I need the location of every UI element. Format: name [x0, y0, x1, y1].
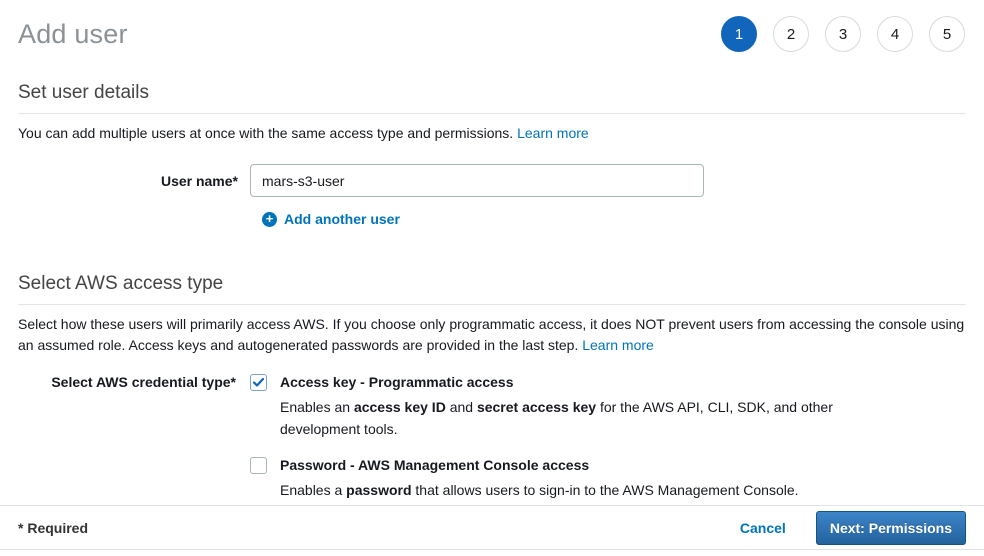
- footer-actions: Cancel Next: Permissions: [740, 511, 966, 545]
- password-option-title: Password - AWS Management Console access: [280, 456, 799, 475]
- step-2-indicator: 2: [773, 16, 809, 52]
- add-another-user-label: Add another user: [284, 211, 400, 227]
- select-access-type-description: Select how these users will primarily ac…: [18, 314, 966, 356]
- step-3-indicator: 3: [825, 16, 861, 52]
- step-4-indicator: 4: [877, 16, 913, 52]
- add-another-user-button[interactable]: Add another user: [262, 211, 984, 227]
- password-option-text: Password - AWS Management Console access…: [280, 456, 799, 501]
- password-option: Password - AWS Management Console access…: [250, 456, 836, 501]
- set-user-details-description-text: You can add multiple users at once with …: [18, 125, 517, 141]
- wizard-header: Add user 1 2 3 4 5: [0, 0, 984, 52]
- page-title: Add user: [18, 19, 128, 50]
- wizard-step-indicator: 1 2 3 4 5: [721, 16, 966, 52]
- set-user-details-description: You can add multiple users at once with …: [18, 123, 966, 144]
- checkmark-icon: [253, 378, 264, 387]
- select-access-type-description-text: Select how these users will primarily ac…: [18, 316, 964, 353]
- access-type-learn-more-link[interactable]: Learn more: [582, 337, 654, 353]
- access-key-option: Access key - Programmatic access Enables…: [250, 373, 836, 440]
- select-access-type-heading: Select AWS access type: [18, 273, 966, 305]
- credential-type-row: Select AWS credential type* Access key -…: [0, 373, 984, 501]
- next-permissions-button[interactable]: Next: Permissions: [816, 511, 966, 545]
- required-note: * Required: [18, 520, 88, 536]
- plus-circle-icon: [262, 212, 277, 227]
- wizard-footer: * Required Cancel Next: Permissions: [0, 505, 984, 550]
- username-input[interactable]: [250, 164, 704, 197]
- user-details-learn-more-link[interactable]: Learn more: [517, 125, 589, 141]
- username-row: User name*: [0, 164, 984, 197]
- username-label: User name*: [0, 173, 250, 189]
- access-key-option-text: Access key - Programmatic access Enables…: [280, 373, 836, 440]
- set-user-details-heading: Set user details: [18, 82, 966, 114]
- access-key-option-title: Access key - Programmatic access: [280, 373, 836, 392]
- access-key-option-description: Enables an access key ID and secret acce…: [280, 396, 836, 440]
- step-1-indicator: 1: [721, 16, 757, 52]
- credential-options: Access key - Programmatic access Enables…: [250, 373, 836, 501]
- password-option-description: Enables a password that allows users to …: [280, 479, 799, 501]
- step-5-indicator: 5: [929, 16, 965, 52]
- access-key-checkbox[interactable]: [250, 374, 267, 391]
- password-checkbox[interactable]: [250, 457, 267, 474]
- cancel-button[interactable]: Cancel: [740, 520, 786, 536]
- credential-type-label: Select AWS credential type*: [0, 373, 250, 501]
